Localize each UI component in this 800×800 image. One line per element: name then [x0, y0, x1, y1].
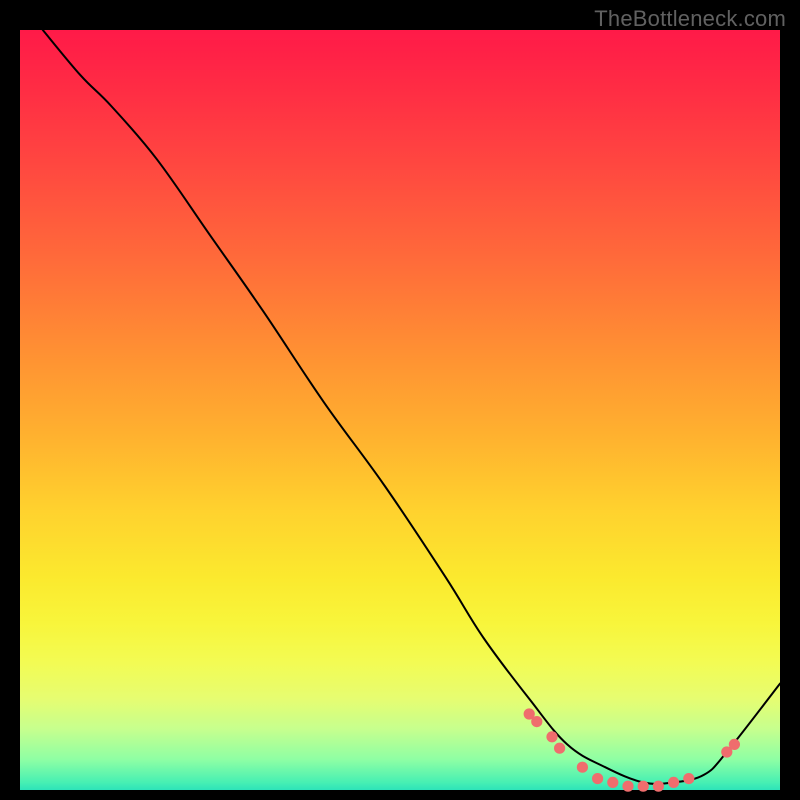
curve-marker — [668, 777, 679, 788]
curve-marker — [622, 781, 633, 792]
curve-marker — [653, 781, 664, 792]
curve-marker — [531, 716, 542, 727]
curve-marker — [592, 773, 603, 784]
curve-marker — [683, 773, 694, 784]
curve-marker — [729, 739, 740, 750]
plot-area — [20, 30, 780, 790]
curve-layer — [20, 30, 780, 790]
curve-marker — [577, 762, 588, 773]
plot-inner — [20, 30, 780, 790]
curve-marker — [607, 777, 618, 788]
watermark-text: TheBottleneck.com — [594, 6, 786, 32]
curve-marker — [546, 731, 557, 742]
bottleneck-curve — [43, 30, 780, 784]
chart-frame: TheBottleneck.com — [0, 0, 800, 800]
curve-marker — [638, 781, 649, 792]
curve-marker — [554, 743, 565, 754]
